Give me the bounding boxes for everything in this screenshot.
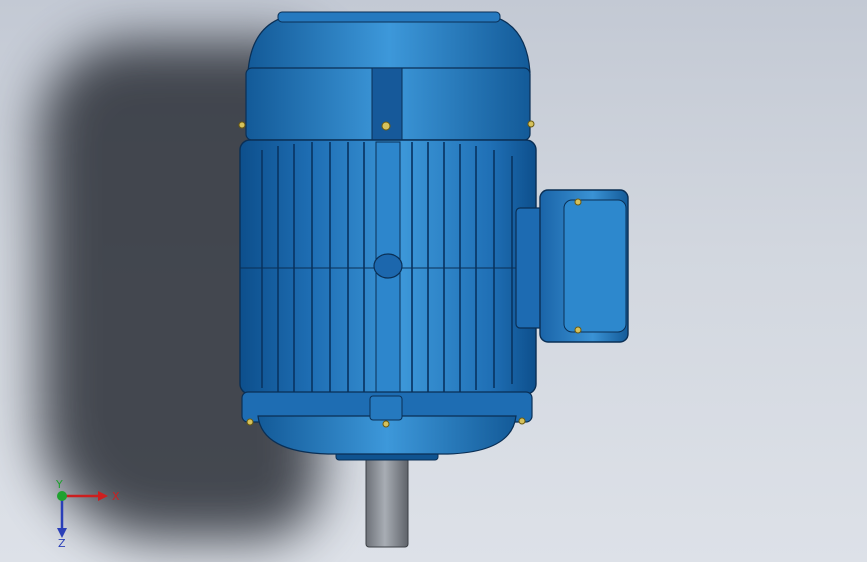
fan-cover xyxy=(247,13,531,73)
fan-cover-rim xyxy=(277,11,501,23)
screw-icon xyxy=(246,418,254,426)
screw-icon xyxy=(518,417,526,425)
screw-icon xyxy=(238,121,246,129)
screw-icon xyxy=(381,121,391,131)
screw-icon xyxy=(574,198,582,206)
x-axis-label: X xyxy=(112,490,120,503)
motor-shaft xyxy=(365,454,409,548)
screw-icon xyxy=(574,326,582,334)
z-axis-label: Z xyxy=(58,537,66,548)
x-axis-head xyxy=(98,491,108,501)
y-axis-label: Y xyxy=(55,478,63,491)
y-axis-dot xyxy=(57,491,67,501)
screw-icon xyxy=(382,420,390,428)
foot-mount xyxy=(369,395,403,421)
graphics-viewport[interactable]: X Y Z xyxy=(0,0,867,562)
motor-model[interactable] xyxy=(0,0,867,562)
terminal-box-lid xyxy=(563,199,627,333)
coordinate-triad: X Y Z xyxy=(55,478,120,548)
lifting-eye xyxy=(373,253,403,279)
screw-icon xyxy=(527,120,535,128)
